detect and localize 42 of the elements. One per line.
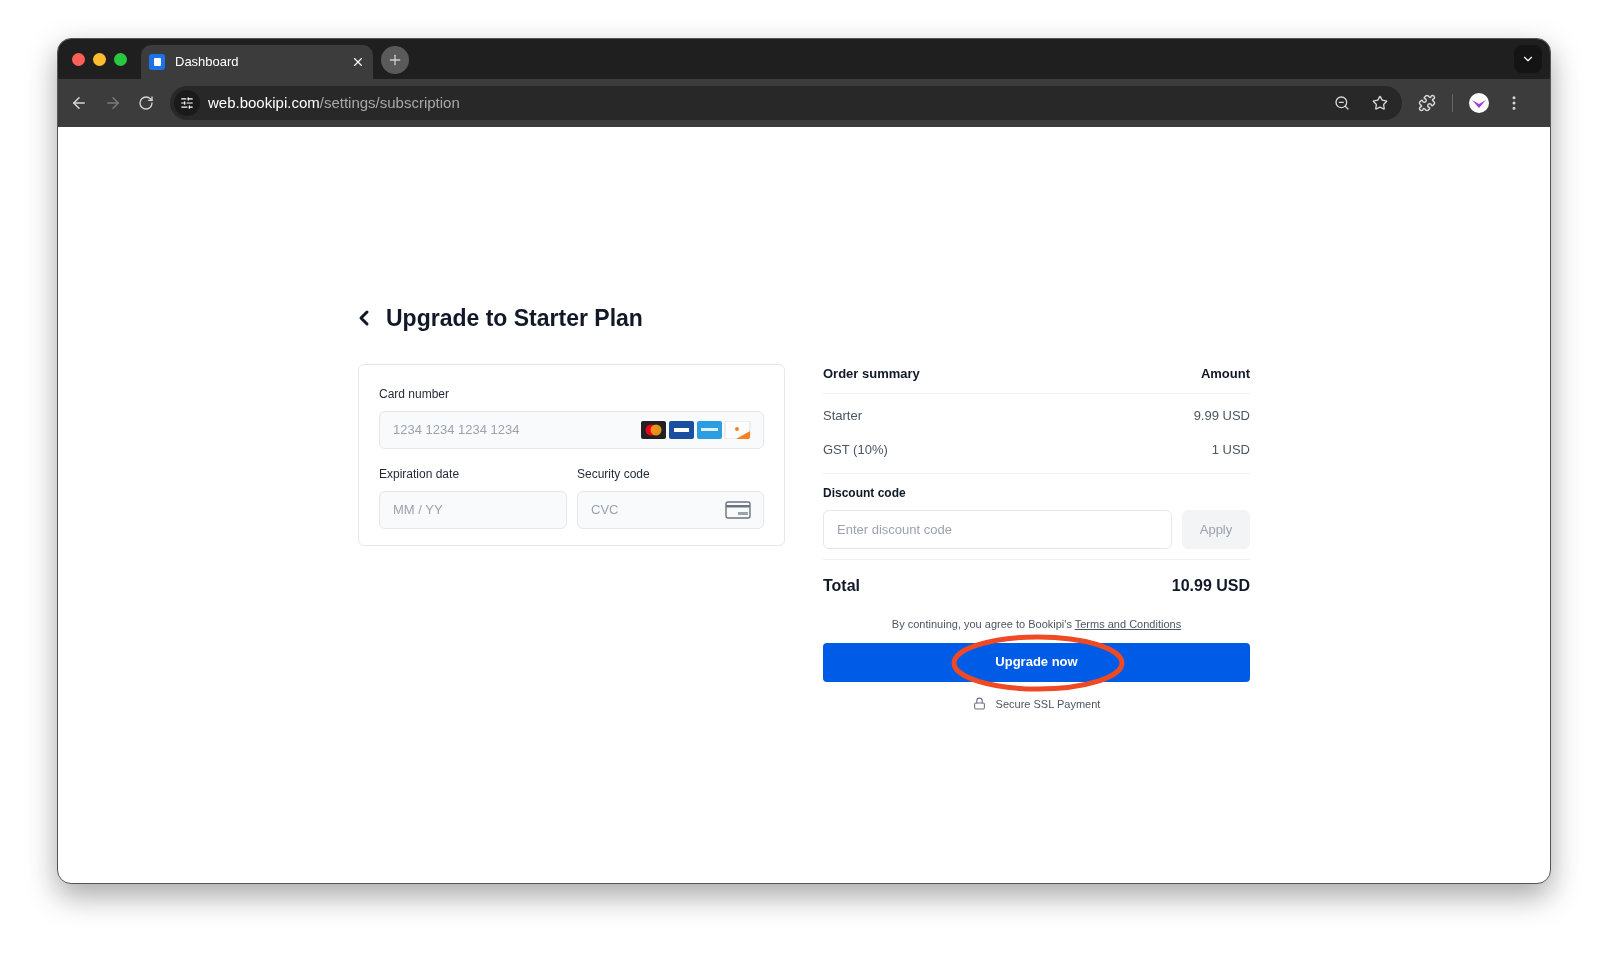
- bookmark-icon[interactable]: [1372, 95, 1388, 111]
- card-icon: [725, 500, 751, 519]
- discount-code-field[interactable]: Enter discount code: [823, 510, 1172, 549]
- line-item-amount: 9.99 USD: [1193, 407, 1250, 425]
- security-code-field[interactable]: CVC: [577, 490, 764, 529]
- back-icon[interactable]: [70, 94, 88, 112]
- new-tab-button[interactable]: [381, 46, 409, 74]
- address-bar[interactable]: web.bookipi.com/settings/subscription: [170, 86, 1402, 120]
- card-brands-icon: [641, 420, 751, 439]
- lock-icon: [972, 697, 986, 711]
- profile-avatar-icon[interactable]: [1469, 93, 1489, 113]
- tab-favicon-icon: [149, 54, 165, 70]
- plus-icon[interactable]: [387, 52, 403, 68]
- close-tab-icon[interactable]: [351, 55, 365, 69]
- line-item-name: Starter: [823, 407, 862, 425]
- agreement-text: By continuing, you agree to Bookipi's Terms and Conditions: [890, 617, 1183, 632]
- line-item-amount: 1 USD: [1211, 440, 1250, 459]
- discount-label: Discount code: [823, 485, 907, 502]
- extensions-icon[interactable]: [1418, 94, 1436, 112]
- terms-link[interactable]: Terms and Conditions: [1074, 618, 1182, 630]
- url-text: web.bookipi.com/settings/subscription: [208, 92, 461, 113]
- reload-icon[interactable]: [138, 95, 154, 111]
- browser-tab[interactable]: Dashboard: [141, 45, 373, 79]
- forward-icon[interactable]: [104, 94, 122, 112]
- line-item-name: GST (10%): [823, 440, 888, 459]
- amount-heading: Amount: [1200, 364, 1250, 383]
- field-label: Card number: [379, 385, 451, 403]
- field-label: Security code: [577, 465, 651, 483]
- summary-heading: Order summary: [823, 364, 920, 383]
- site-settings-icon[interactable]: [174, 90, 200, 116]
- maximize-window-icon[interactable]: [114, 52, 127, 66]
- field-label: Expiration date: [379, 465, 461, 483]
- total-label: Total: [823, 576, 861, 596]
- minimize-window-icon[interactable]: [93, 52, 106, 66]
- close-window-icon[interactable]: [72, 52, 85, 66]
- upgrade-now-button[interactable]: Upgrade now: [823, 642, 1250, 682]
- page-title: Upgrade to Starter Plan: [386, 304, 643, 333]
- total-amount: 10.99 USD: [1171, 576, 1250, 596]
- zoom-icon[interactable]: [1334, 95, 1350, 111]
- tab-title: Dashboard: [175, 53, 240, 72]
- secure-payment-note: Secure SSL Payment: [995, 696, 1101, 712]
- expiration-field[interactable]: MM / YY: [379, 490, 567, 529]
